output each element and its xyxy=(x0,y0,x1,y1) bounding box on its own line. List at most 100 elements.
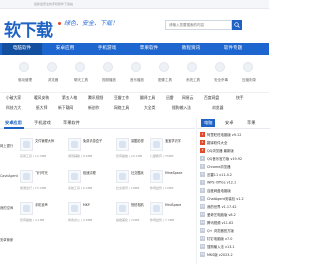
ranking-sidebar: 电脑 安卓 苹果 1 阿里旺旺电脑版 v9.12 2 翻译软件大全 3 QQ浏览器 最… xyxy=(196,118,270,264)
category-image[interactable]: 图像工具 xyxy=(150,58,180,92)
ranking-row[interactable]: 5 Chrome浏览器 xyxy=(200,164,270,172)
site-logo[interactable]: 软下载 xyxy=(4,15,64,41)
nav-item-mobile-games[interactable]: 手机游戏 xyxy=(87,43,127,55)
rank-badge: 15 xyxy=(200,244,205,249)
category-security[interactable]: 安全杀毒 xyxy=(206,58,236,92)
app-title: 免费手游盒子 xyxy=(83,139,103,143)
hot-tag[interactable]: 百度网盘 xyxy=(204,95,219,101)
left-label[interactable]: 网上银行 xyxy=(0,144,18,148)
app-icon xyxy=(116,138,129,151)
sidebar-tab-android[interactable]: 安卓 xyxy=(225,120,233,126)
ranking-title: 迅雷11 v11.4.2 xyxy=(207,173,232,177)
nav-label: 苹果软件 xyxy=(139,46,159,51)
ranking-row[interactable]: 15 搜狗输入法 v13.1 xyxy=(200,244,270,252)
app-card[interactable]: 宝宝学识字 儿童教育 | 35MB xyxy=(150,138,196,172)
search-input[interactable] xyxy=(166,21,231,29)
hot-tag[interactable]: 科技力大 xyxy=(6,105,21,111)
ranking-row[interactable]: 4 QQ音乐官方版 v19.92 xyxy=(200,156,270,164)
ranking-title: WPS Office v12.1 xyxy=(207,180,237,185)
ranking-row[interactable]: 16 MKS版 v2023.2 xyxy=(200,252,270,260)
ranking-row[interactable]: 11 爱奇艺电脑版 v8.2 xyxy=(200,212,270,220)
nav-item-android-apps[interactable]: 安卓应用 xyxy=(45,43,85,55)
hot-tag[interactable]: 快手 xyxy=(236,95,244,101)
ranking-row[interactable]: 8 百度网盘电脑版 xyxy=(200,188,270,196)
hot-tag[interactable]: 翻译工具 xyxy=(140,95,155,101)
nav-item-apple-software[interactable]: 苹果软件 xyxy=(129,43,169,55)
left-label[interactable]: 我的空间 xyxy=(0,206,18,210)
search-button[interactable] xyxy=(232,20,242,30)
video-icon xyxy=(103,62,113,72)
app-card[interactable]: MKP 商务办公 | 9.8MB xyxy=(68,202,114,236)
app-meta: 儿童教育 | 35MB xyxy=(150,154,174,158)
left-label[interactable]: CashAgent xyxy=(0,174,18,178)
hot-tag[interactable]: 腾讯视频 xyxy=(88,95,103,101)
tab-apple-software[interactable]: 苹果软件 xyxy=(63,120,80,126)
hot-tag[interactable]: 迅雷 xyxy=(166,95,174,101)
hot-tag[interactable]: 新下载网 xyxy=(58,105,73,111)
hot-tag[interactable]: 网络工具 xyxy=(114,105,129,111)
nav-label: 教程资讯 xyxy=(181,46,201,51)
category-label: 压缩刻录 xyxy=(242,78,256,82)
ranking-row[interactable]: 2 翻译软件大全 xyxy=(200,140,270,148)
category-zip[interactable]: 压缩刻录 xyxy=(234,58,264,92)
rank-badge: 4 xyxy=(200,156,205,161)
hot-tag[interactable]: 第五人格 xyxy=(62,95,77,101)
category-video[interactable]: 视频播放 xyxy=(94,58,124,92)
app-icon xyxy=(116,202,129,215)
app-title: 极速清理 xyxy=(83,171,96,175)
ranking-title: 百度网盘电脑版 xyxy=(207,189,231,193)
app-icon xyxy=(68,138,81,151)
left-label[interactable]: 安卓管家 xyxy=(0,238,18,242)
tab-mobile-games[interactable]: 手机游戏 xyxy=(34,120,51,126)
app-title: MiniSpace xyxy=(165,203,182,207)
ranking-row[interactable]: 13 Q+ 浏览器官方版 xyxy=(200,228,270,236)
hot-tag[interactable]: 小破大家 xyxy=(6,95,21,101)
app-card[interactable]: 极速清理 系统工具 | 6.4MB xyxy=(68,170,114,204)
tab-android-apps[interactable]: 安卓应用 xyxy=(5,120,22,126)
app-card[interactable]: 手机铃声 影音播放 | 4.1MB xyxy=(20,202,66,236)
app-card[interactable]: MiniSpace 休闲益智 | 7.3MB xyxy=(150,202,196,236)
app-icon xyxy=(68,202,81,215)
ranking-row[interactable]: 7 WPS Office v12.1 xyxy=(200,180,270,188)
hot-tag[interactable]: 浏览器 xyxy=(212,105,223,111)
nav-item-pc-software[interactable]: 电脑软件 xyxy=(2,43,42,55)
category-chat[interactable]: 聊天工具 xyxy=(66,58,96,92)
app-card[interactable]: 免费手游盒子 游戏辅助 | 8.6MB xyxy=(68,138,114,172)
hot-tag[interactable]: 网易云 xyxy=(182,95,193,101)
content-tabs: 安卓应用 手机游戏 苹果软件 xyxy=(0,118,195,129)
sidebar-tab-pc[interactable]: 电脑 xyxy=(201,119,216,127)
ranking-row[interactable]: 9 ChatAgent安装包 v1.2 xyxy=(200,196,270,204)
rank-badge: 13 xyxy=(200,228,205,233)
ranking-row[interactable]: 1 阿里旺旺电脑版 v9.12 xyxy=(200,132,270,140)
hot-tag[interactable]: 搜狗输入法 xyxy=(172,105,191,111)
hot-tag[interactable]: 纸大师 xyxy=(36,105,47,111)
driver-icon xyxy=(19,62,29,72)
app-card[interactable]: 飞行时光 旅游出行 | 15.2MB xyxy=(20,170,66,204)
main-content: 安卓应用 手机游戏 苹果软件 网上银行 CashAgent 我的空间 安卓管家 … xyxy=(0,118,195,264)
rank-badge: 11 xyxy=(200,212,205,217)
ranking-title: 搜狗输入法 v13.1 xyxy=(207,245,235,249)
category-system[interactable]: 系统工具 xyxy=(178,58,208,92)
app-meta: 实用工具 | 12.3MB xyxy=(20,154,47,158)
category-browser[interactable]: 浏览器 xyxy=(38,58,68,92)
hot-tag[interactable]: 暖风安装 xyxy=(34,95,49,101)
category-driver[interactable]: 驱动管理 xyxy=(10,58,40,92)
app-card[interactable]: MineSpace 休闲益智 | 10MB xyxy=(150,170,196,204)
ranking-row[interactable]: 10 我的世界 v1.17.42 xyxy=(200,204,270,212)
app-card[interactable]: 文件管理大师 实用工具 | 12.3MB xyxy=(20,138,66,172)
ranking-row[interactable]: 14 钉钉电脑版 v7.0 xyxy=(200,236,270,244)
category-music[interactable]: 音乐播放 xyxy=(122,58,152,92)
ranking-title: QQ浏览器 最新版 xyxy=(207,149,234,153)
browser-icon xyxy=(47,62,57,72)
ranking-row[interactable]: 3 QQ浏览器 最新版 xyxy=(200,148,270,156)
sidebar-tab-apple[interactable]: 苹果 xyxy=(247,120,255,126)
hot-tag[interactable]: 大全类 xyxy=(144,105,155,111)
ranking-title: 我的世界 v1.17.42 xyxy=(207,205,237,209)
hot-tag[interactable]: 豆瓣工作 xyxy=(114,95,129,101)
ranking-row[interactable]: 12 腾讯视频 v11.62 xyxy=(200,220,270,228)
ranking-row[interactable]: 6 迅雷11 v11.4.2 xyxy=(200,172,270,180)
hot-tag[interactable]: 新创作 xyxy=(88,105,99,111)
ranking-title: 爱奇艺电脑版 v8.2 xyxy=(207,213,236,217)
nav-item-tutorials[interactable]: 教程资讯 xyxy=(171,43,211,55)
nav-item-topics[interactable]: 软件专题 xyxy=(213,43,253,55)
